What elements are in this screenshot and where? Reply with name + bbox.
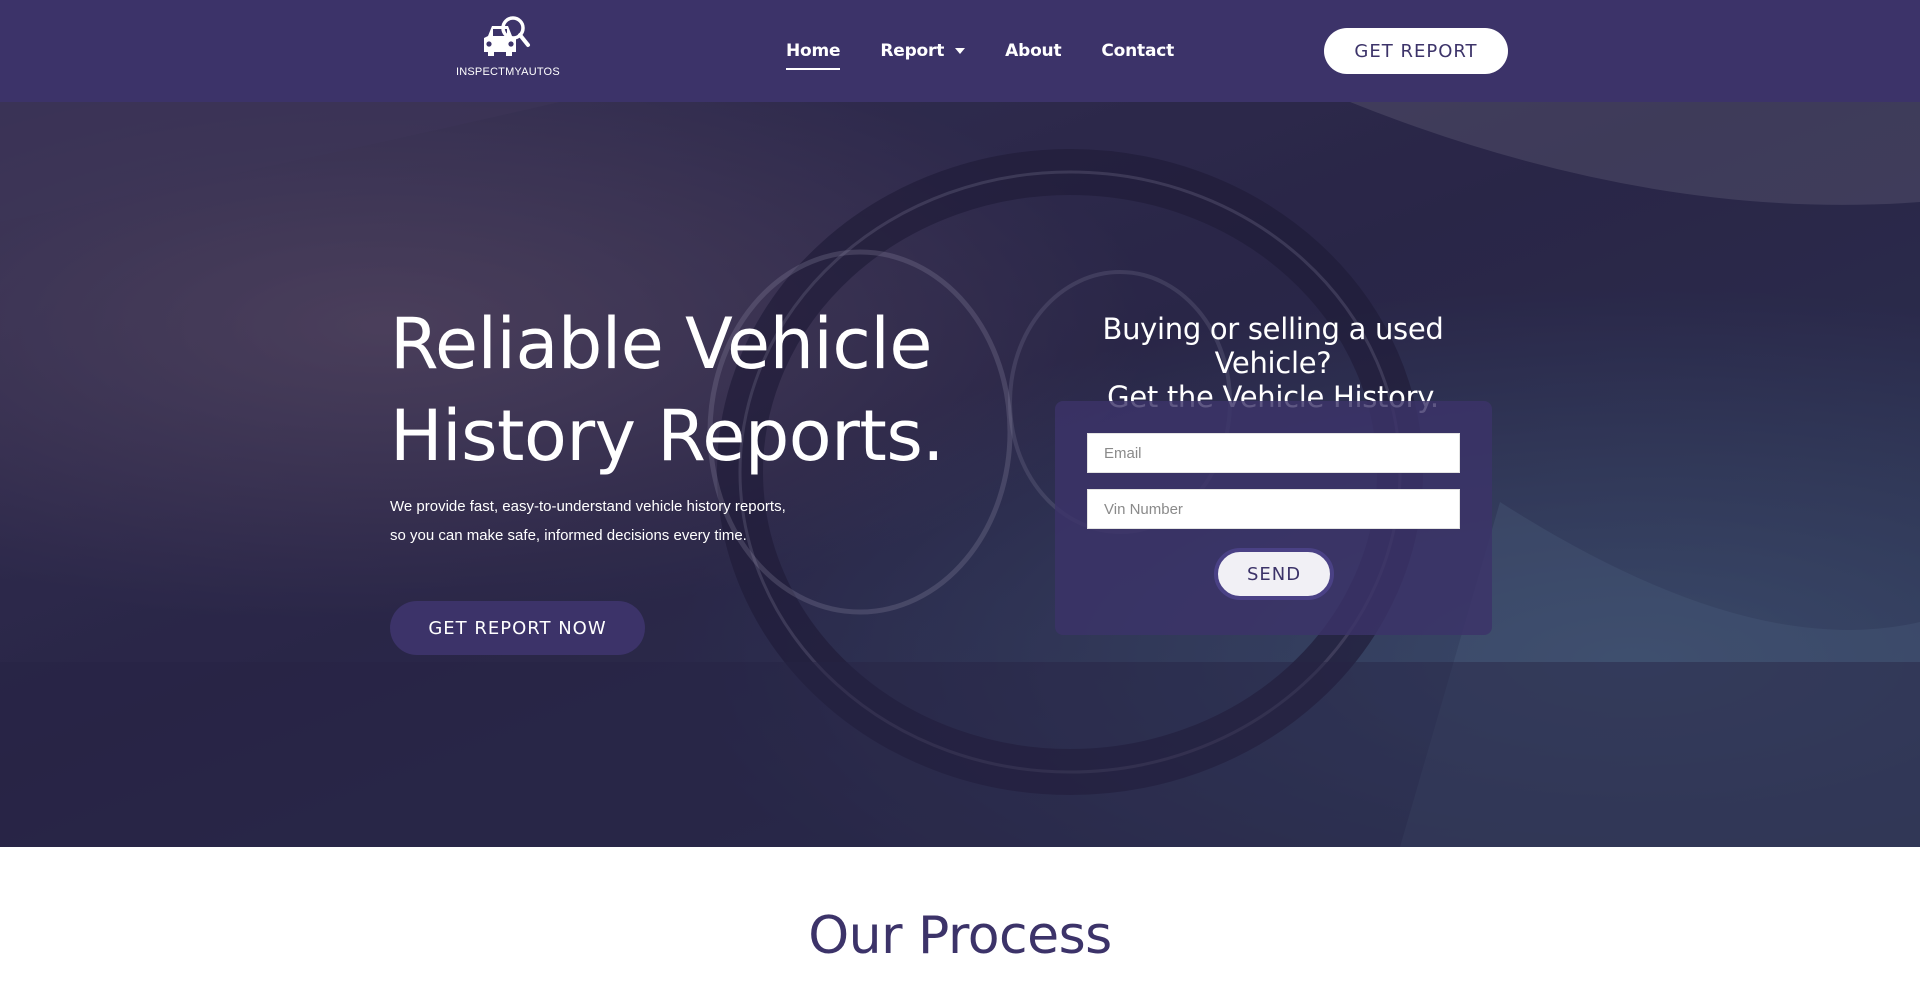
get-report-now-button[interactable]: GET REPORT NOW: [390, 601, 645, 655]
nav-report-label: Report: [880, 41, 945, 61]
logo-text: INSPECTMYAUTOS: [456, 66, 560, 78]
send-button[interactable]: SEND: [1214, 548, 1334, 600]
caret-down-icon: [955, 48, 966, 54]
hero-section: Reliable Vehicle History Reports. We pro…: [0, 102, 1920, 847]
form-heading: Buying or selling a used Vehicle? Get th…: [1040, 312, 1506, 414]
vin-number-field[interactable]: [1087, 489, 1460, 529]
hero-title-line2: History Reports.: [390, 395, 945, 477]
car-magnifier-icon: [484, 16, 530, 56]
site-logo[interactable]: INSPECTMYAUTOS: [456, 14, 560, 82]
get-report-button[interactable]: GET REPORT: [1324, 28, 1508, 74]
hero-description: We provide fast, easy-to-understand vehi…: [390, 492, 810, 550]
hero-description-line2: so you can make safe, informed decisions…: [390, 527, 747, 544]
main-nav: Home Report About Contact: [786, 0, 1214, 102]
process-section-title: Our Process: [808, 906, 1112, 966]
nav-about-label: About: [1005, 41, 1062, 61]
nav-home[interactable]: Home: [786, 41, 841, 70]
hero-description-line1: We provide fast, easy-to-understand vehi…: [390, 498, 786, 515]
hero-title-line1: Reliable Vehicle: [390, 303, 932, 385]
nav-about[interactable]: About: [1005, 41, 1061, 61]
hero-overlay: [0, 102, 1920, 847]
email-field[interactable]: [1087, 433, 1460, 473]
site-header: INSPECTMYAUTOS Home Report About Contact…: [0, 0, 1920, 102]
nav-home-label: Home: [786, 41, 841, 61]
hero-title: Reliable Vehicle History Reports.: [390, 298, 950, 482]
nav-contact[interactable]: Contact: [1101, 41, 1174, 61]
form-heading-line1: Buying or selling a used Vehicle?: [1102, 312, 1444, 380]
nav-report[interactable]: Report: [880, 41, 966, 61]
nav-contact-label: Contact: [1101, 41, 1175, 61]
vehicle-history-form: SEND: [1055, 401, 1492, 635]
